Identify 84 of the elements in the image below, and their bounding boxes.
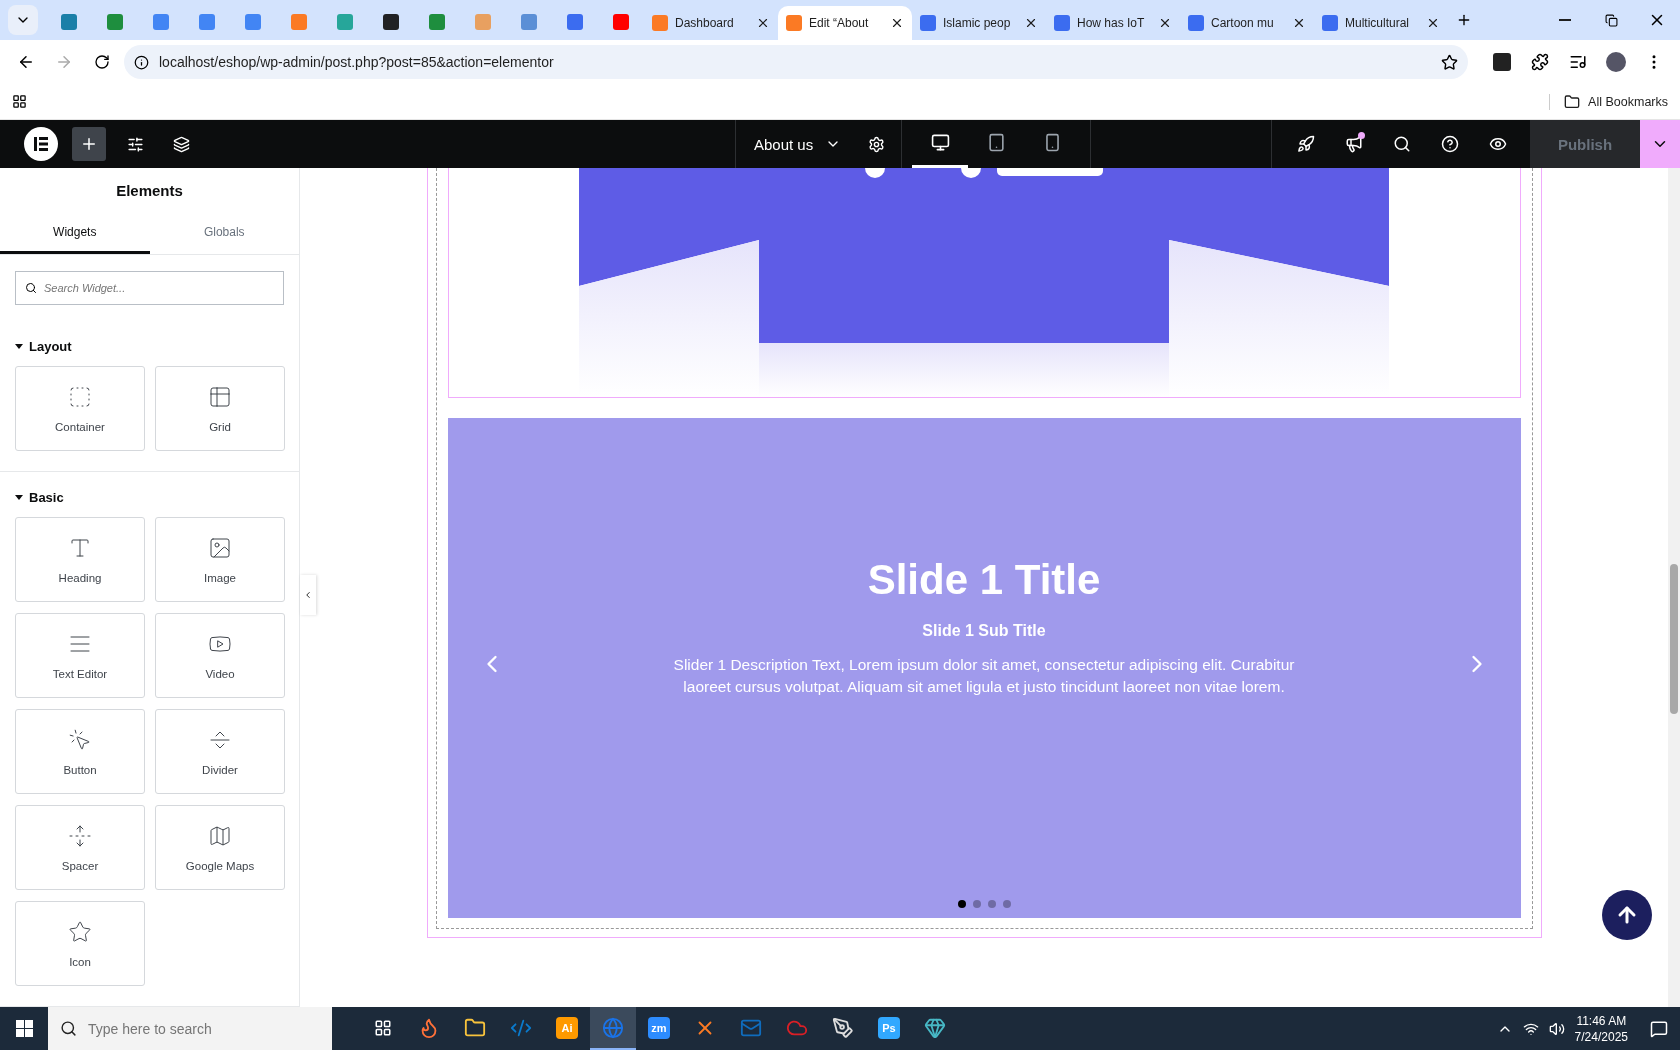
- widget-card[interactable]: Heading: [15, 517, 145, 602]
- category-header[interactable]: Basic: [0, 472, 79, 517]
- widget-card[interactable]: Image: [155, 517, 285, 602]
- elementor-logo-icon[interactable]: [24, 127, 58, 161]
- panel-tab[interactable]: Widgets: [0, 212, 150, 254]
- clock[interactable]: 11:46 AM 7/24/2025: [1574, 1012, 1628, 1045]
- folder-icon: [1564, 93, 1581, 110]
- close-icon[interactable]: [890, 16, 904, 30]
- layers-icon: [172, 135, 190, 153]
- slide-dot[interactable]: [987, 900, 996, 908]
- app-icon: Ps: [878, 1016, 900, 1039]
- url-text: localhost/eshop/wp-admin/post.php?post=85&action=elementor: [159, 54, 555, 70]
- close-icon[interactable]: [1426, 16, 1440, 30]
- widget-card[interactable]: Icon: [15, 901, 145, 986]
- notifications-icon[interactable]: [1650, 1019, 1668, 1038]
- widget-card[interactable]: Video: [155, 613, 285, 698]
- sliders-icon: [126, 135, 144, 153]
- reload-icon: [94, 54, 110, 70]
- chevron-left-icon: [303, 590, 313, 600]
- widget-card[interactable]: Button: [15, 709, 145, 794]
- category-header[interactable]: Layout: [0, 321, 87, 366]
- widget-icon: [68, 384, 92, 409]
- browser-tab[interactable]: Islamic peop: [912, 6, 1046, 40]
- slide-title: Slide 1 Title: [867, 556, 1101, 604]
- search-icon: [1393, 135, 1411, 153]
- close-icon[interactable]: [1158, 16, 1172, 30]
- browser-tab[interactable]: Cartoon mu: [1180, 6, 1314, 40]
- widget-card[interactable]: Container: [15, 366, 145, 451]
- browser-tab[interactable]: Edit “About: [778, 6, 912, 40]
- widget-card[interactable]: Text Editor: [15, 613, 145, 698]
- panel-title: Elements: [115, 180, 184, 201]
- plus-icon: [1456, 12, 1472, 28]
- apps-icon[interactable]: [12, 94, 27, 109]
- slide-dot[interactable]: [1002, 900, 1011, 908]
- widget-icon: [208, 384, 232, 409]
- bookmark-star-icon[interactable]: [1441, 53, 1458, 71]
- task-view-icon: [374, 1018, 392, 1037]
- desktop-icon: [930, 133, 950, 152]
- gear-icon: [867, 135, 885, 153]
- eye-icon: [1489, 135, 1507, 153]
- widget-card[interactable]: Spacer: [15, 805, 145, 890]
- address-bar[interactable]: localhost/eshop/wp-admin/post.php?post=85&action=elementor: [124, 45, 1468, 79]
- notification-dot: [1358, 132, 1365, 139]
- taskbar-search-field[interactable]: Type here to search: [48, 1007, 332, 1050]
- widget-icon: [68, 823, 92, 848]
- info-icon[interactable]: [134, 54, 149, 70]
- tablet-icon: [986, 133, 1006, 152]
- help-icon: [1441, 135, 1459, 153]
- close-icon[interactable]: [756, 16, 770, 30]
- close-icon[interactable]: [1024, 16, 1038, 30]
- tab-search-button[interactable]: [8, 5, 38, 35]
- search-field[interactable]: Search Widget...: [15, 271, 284, 305]
- search-icon: [25, 282, 37, 294]
- slide-dot[interactable]: [972, 900, 981, 908]
- add-element-button[interactable]: [72, 127, 106, 161]
- widget-card[interactable]: Divider: [155, 709, 285, 794]
- browser-tab[interactable]: How has IoT: [1046, 6, 1180, 40]
- plus-icon: [80, 135, 98, 153]
- browser-tab[interactable]: Dashboard: [644, 6, 778, 40]
- app-icon: Ai: [556, 1016, 578, 1039]
- scrollbar-thumb[interactable]: [1670, 564, 1678, 714]
- slide-subtitle: Slide 1 Sub Title: [922, 622, 1046, 640]
- app-icon: zm: [648, 1016, 670, 1039]
- forward-arrow-icon: [55, 53, 73, 71]
- restore-icon: [1604, 13, 1618, 27]
- widget-icon: [68, 727, 92, 752]
- widget-icon: [68, 919, 92, 944]
- slide-dot[interactable]: [957, 900, 966, 908]
- search-icon: [60, 1020, 77, 1037]
- widget-icon: [208, 535, 232, 560]
- browser-tab[interactable]: Multicultural: [1314, 6, 1448, 40]
- megaphone-icon: [1345, 135, 1363, 153]
- rocket-icon: [1297, 135, 1315, 153]
- scroll-to-top-button[interactable]: [1602, 890, 1652, 940]
- close-icon[interactable]: [1292, 16, 1306, 30]
- volume-icon[interactable]: [1548, 1020, 1565, 1037]
- widget-card[interactable]: Google Maps: [155, 805, 285, 890]
- windows-logo-icon: [15, 1020, 33, 1037]
- panel-tab[interactable]: Globals: [149, 212, 299, 254]
- all-bookmarks-link[interactable]: All Bookmarks: [1549, 93, 1668, 110]
- widget-card[interactable]: Grid: [155, 366, 285, 451]
- slide-description: Slider 1 Description Text, Lorem ipsum dolor sit amet, consectetur adipiscing elit. Curabitur laoreet cursus volutpat. Aliquam sit amet ligula et justo tincidunt laoreet non vitae lorem.: [672, 655, 1296, 697]
- minimize-icon: [1559, 19, 1571, 21]
- all-bookmarks-label: All Bookmarks: [1588, 94, 1668, 109]
